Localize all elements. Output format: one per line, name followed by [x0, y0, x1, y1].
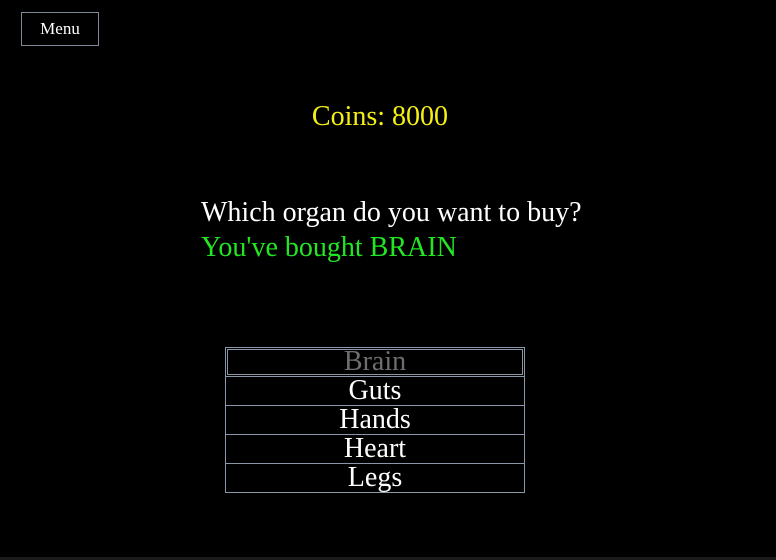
shop-question: Which organ do you want to buy? [201, 197, 582, 228]
coins-counter: Coins: 8000 [311, 101, 449, 132]
menu-button[interactable]: Menu [21, 12, 99, 46]
organ-option-guts[interactable]: Guts [225, 376, 525, 406]
organ-option-legs[interactable]: Legs [225, 463, 525, 493]
organ-list: Brain Guts Hands Heart Legs [225, 347, 525, 493]
purchase-status: You've bought BRAIN [201, 232, 457, 263]
organ-option-brain[interactable]: Brain [225, 347, 525, 377]
game-screen: Menu Coins: 8000 Which organ do you want… [0, 0, 776, 560]
organ-option-hands[interactable]: Hands [225, 405, 525, 435]
organ-option-heart[interactable]: Heart [225, 434, 525, 464]
